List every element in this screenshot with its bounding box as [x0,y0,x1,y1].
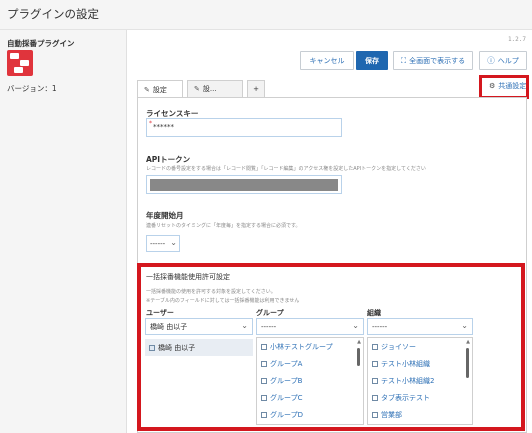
fiscal-month-label: 年度開始月 [146,211,184,220]
pencil-icon: ✎ [194,85,200,93]
tab-settings-1[interactable]: ✎ 設定 [137,80,183,98]
help-button-label: ヘルプ [497,56,519,65]
fiscal-month-description: 連番リセットのタイミングに「年度毎」を指定する場合に必須です。 [146,223,301,229]
page-title: プラグインの設定 [7,7,99,21]
plugin-info-panel: 自動採番プラグイン バージョン：1 [0,30,126,433]
top-bar: プラグインの設定 [0,0,532,30]
required-mark: * [149,120,152,127]
plugin-icon [7,50,33,76]
fiscal-month-select[interactable]: ------ ⌄ [146,235,180,252]
highlight-box-bulk-permission [137,263,525,431]
tab-label: 設... [202,85,217,93]
masked-token [150,179,338,191]
save-button[interactable]: 保存 [356,51,388,70]
add-tab-label: + [253,85,259,93]
license-key-input[interactable]: * ****** [146,118,342,137]
api-token-input[interactable] [146,175,342,194]
fiscal-month-value: ------ [150,240,166,248]
pencil-icon: ✎ [144,85,150,94]
tab-label: 設定 [152,85,167,94]
tab-settings-2[interactable]: ✎ 設... [187,80,243,97]
help-button[interactable]: ⓘ ヘルプ [479,51,527,70]
version-number: 1.2.7 [507,36,526,43]
cancel-button[interactable]: キャンセル [300,51,354,70]
api-token-label: APIトークン [146,155,191,164]
help-circle-icon: ⓘ [487,56,495,65]
plugin-version: バージョン：1 [7,84,57,93]
plugin-name: 自動採番プラグイン [7,39,75,48]
expand-icon: ⛶ [400,55,407,65]
license-key-value: ****** [153,123,174,131]
api-token-description: レコードの番号設定をする場合は「レコード閲覧」「レコード編集」のアクセス権を設定… [146,166,426,172]
fullscreen-button[interactable]: ⛶ 全画面で表示する [393,51,473,70]
chevron-down-icon: ⌄ [170,238,177,247]
add-tab-button[interactable]: + [247,80,265,97]
fullscreen-button-label: 全画面で表示する [409,56,466,65]
highlight-box-global-settings [479,75,529,99]
cancel-button-label: キャンセル [309,56,345,65]
save-button-label: 保存 [365,56,379,65]
